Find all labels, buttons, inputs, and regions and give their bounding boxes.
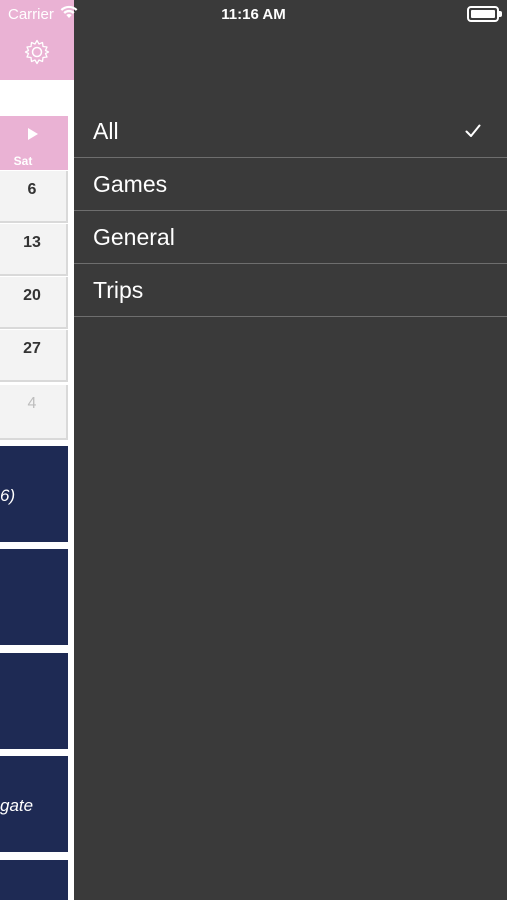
day-cell[interactable]: 27 <box>0 330 68 382</box>
toolbar-gap <box>0 80 74 116</box>
event-card[interactable] <box>0 860 68 900</box>
event-title: gate <box>0 796 34 815</box>
category-menu: All Games General Trips <box>74 105 507 317</box>
event-card[interactable]: gate <box>0 756 68 856</box>
menu-item-all[interactable]: All <box>74 105 507 158</box>
menu-item-label: Trips <box>93 277 144 303</box>
status-bar: Carrier 11:16 AM <box>0 0 507 28</box>
weekday-label: Sat <box>13 154 33 168</box>
menu-item-games[interactable]: Games <box>74 158 507 211</box>
menu-item-label: All <box>93 118 119 144</box>
day-cell[interactable]: 13 <box>0 224 68 276</box>
next-month-icon[interactable] <box>28 128 38 140</box>
day-cell[interactable]: 20 <box>0 277 68 329</box>
menu-item-label: General <box>93 224 175 250</box>
day-number: 20 <box>23 287 41 304</box>
menu-item-label: Games <box>93 171 168 197</box>
gear-icon[interactable] <box>24 39 50 65</box>
day-cell[interactable]: 4 <box>0 385 68 440</box>
menu-item-general[interactable]: General <box>74 211 507 264</box>
day-number: 27 <box>23 340 41 357</box>
calendar-view: Sat 6 13 20 27 4 6) gate <box>0 0 74 900</box>
event-card[interactable] <box>0 549 68 649</box>
calendar-header: Sat <box>0 116 68 170</box>
day-number: 13 <box>23 234 41 251</box>
event-card[interactable]: 6) <box>0 446 68 546</box>
day-cell[interactable]: 6 <box>0 171 68 223</box>
event-card[interactable] <box>0 653 68 753</box>
menu-item-trips[interactable]: Trips <box>74 264 507 317</box>
battery-icon <box>467 6 502 22</box>
event-title: 6) <box>0 486 16 505</box>
status-time: 11:16 AM <box>221 6 286 23</box>
day-number: 6 <box>27 181 37 198</box>
checkmark-icon <box>465 124 481 137</box>
day-number: 4 <box>27 395 37 412</box>
